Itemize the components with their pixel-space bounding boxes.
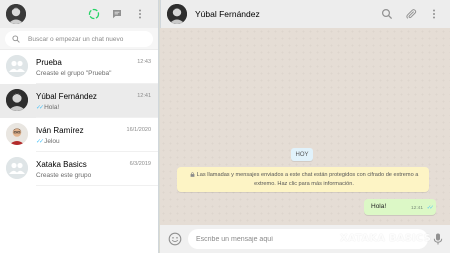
- group-avatar: [6, 157, 28, 179]
- chat-preview-text: Creaste el grupo "Prueba": [36, 70, 112, 77]
- chat-list: Prueba 12:43 Creaste el grupo "Prueba" Y…: [0, 50, 158, 186]
- chat-time: 16/1/2020: [126, 127, 151, 133]
- contact-name: Yúbal Fernández: [195, 9, 260, 19]
- message-time: 12:41: [410, 206, 423, 211]
- search-box: [5, 31, 153, 47]
- chat-time: 12:43: [137, 59, 151, 65]
- chat-name: Iván Ramírez: [36, 126, 84, 135]
- attach-icon[interactable]: [403, 6, 419, 22]
- chat-list-pane: Prueba 12:43 Creaste el grupo "Prueba": [0, 0, 159, 253]
- contact-avatar[interactable]: [167, 4, 187, 24]
- chat-item-yubal-fernandez[interactable]: Yúbal Fernández 12:41 ✓✓ Hola!: [0, 84, 158, 118]
- encryption-notice-text: Las llamadas y mensajes enviados a este …: [196, 172, 419, 187]
- chat-preview-text: Hola!: [44, 104, 60, 111]
- read-ticks-icon: ✓✓: [36, 105, 44, 111]
- lock-icon: [190, 172, 195, 177]
- search-bar: [0, 28, 158, 50]
- whatsapp-web-app: Prueba 12:43 Creaste el grupo "Prueba": [0, 0, 450, 253]
- search-icon[interactable]: [379, 6, 395, 22]
- chat-time: 6/3/2019: [129, 161, 151, 167]
- read-ticks-icon: ✓✓: [426, 205, 434, 211]
- message-input[interactable]: [188, 229, 428, 249]
- outgoing-message[interactable]: Hola! 12:41 ✓✓: [364, 199, 436, 215]
- chat-name: Yúbal Fernández: [36, 92, 97, 101]
- chat-item-prueba[interactable]: Prueba 12:43 Creaste el grupo "Prueba": [0, 50, 158, 84]
- new-chat-icon[interactable]: [109, 6, 125, 22]
- conversation-pane: Yúbal Fernández HOY Las llamadas y mensa…: [160, 0, 450, 253]
- message-text: Hola!: [371, 203, 387, 210]
- encryption-notice[interactable]: Las llamadas y mensajes enviados a este …: [177, 167, 429, 192]
- menu-icon[interactable]: [132, 6, 148, 22]
- conversation-header[interactable]: Yúbal Fernández: [160, 0, 450, 28]
- chat-preview: Creaste el grupo "Prueba": [36, 70, 111, 77]
- status-icon[interactable]: [86, 6, 102, 22]
- menu-icon[interactable]: [426, 6, 442, 22]
- search-icon: [12, 35, 20, 43]
- microphone-icon[interactable]: [431, 232, 445, 246]
- my-profile-avatar[interactable]: [6, 4, 26, 24]
- chat-preview: ✓✓ Jelou: [36, 138, 60, 145]
- chat-preview: ✓✓ Hola!: [36, 104, 59, 111]
- message-composer: [160, 225, 450, 253]
- chat-preview-text: Jelou: [44, 138, 60, 145]
- chat-preview-text: Creaste este grupo: [36, 172, 92, 179]
- chat-name: Xataka Basics: [36, 160, 87, 169]
- emoji-icon[interactable]: [168, 232, 182, 246]
- chat-preview: Creaste este grupo: [36, 172, 91, 179]
- person-avatar: [6, 89, 28, 111]
- sidebar-header: [0, 0, 158, 28]
- chat-name: Prueba: [36, 58, 62, 67]
- chat-item-xataka-basics[interactable]: Xataka Basics 6/3/2019 Creaste este grup…: [0, 152, 158, 186]
- search-input[interactable]: [28, 35, 143, 43]
- message-area[interactable]: HOY Las llamadas y mensajes enviados a e…: [160, 28, 450, 225]
- chat-item-ivan-ramirez[interactable]: Iván Ramírez 16/1/2020 ✓✓ Jelou: [0, 118, 158, 152]
- group-avatar: [6, 55, 28, 77]
- date-divider: HOY: [291, 148, 313, 161]
- person-avatar: [6, 123, 28, 145]
- read-ticks-icon: ✓✓: [36, 139, 44, 145]
- chat-time: 12:41: [137, 93, 151, 99]
